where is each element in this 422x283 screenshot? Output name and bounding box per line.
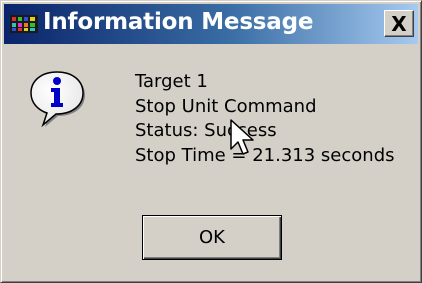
message-text: Target 1 Stop Unit Command Status: Succe… <box>135 70 395 168</box>
message-line-status: Status: Success <box>135 120 277 141</box>
dialog-title: Information Message <box>43 9 314 35</box>
title-bar[interactable]: Information Message X <box>4 4 418 44</box>
close-button[interactable]: X <box>384 10 414 37</box>
information-dialog: Information Message X Target 1 Stop Unit… <box>0 0 422 283</box>
message-line-stop-time: Stop Time = 21.313 seconds <box>135 144 395 166</box>
message-line-command: Stop Unit Command <box>135 95 317 117</box>
information-icon <box>30 71 85 128</box>
ok-button[interactable]: OK <box>142 215 282 260</box>
message-line-target: Target 1 <box>135 71 208 92</box>
app-icon <box>10 15 38 33</box>
